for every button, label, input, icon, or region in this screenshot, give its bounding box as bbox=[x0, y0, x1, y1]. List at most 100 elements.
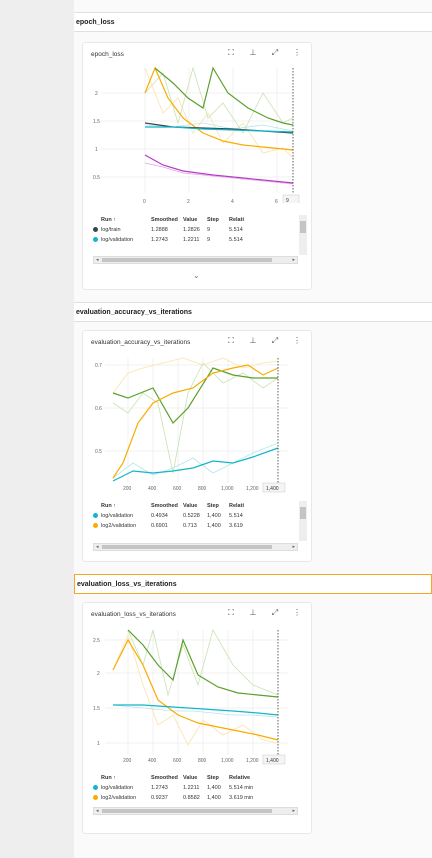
left-sidebar bbox=[0, 0, 74, 858]
table-row: log/validation 1.2743 1.2211 1,400 5.514… bbox=[93, 783, 303, 793]
x-tick-label: 1,200 bbox=[246, 486, 259, 492]
tooltip-table: Run ↑ Smoothed Value Step Relati log/val… bbox=[93, 501, 303, 531]
table-vertical-scrollbar[interactable] bbox=[299, 501, 307, 541]
run-name: log2/validation bbox=[101, 795, 137, 801]
run-name: log/validation bbox=[101, 237, 134, 243]
section-header[interactable]: epoch_loss bbox=[74, 12, 432, 32]
fullscreen-icon[interactable]: ⤢ bbox=[269, 608, 281, 618]
line-chart[interactable]: 2 1.5 1 0.5 0 2 4 6 9 bbox=[83, 63, 311, 203]
pin-icon[interactable]: ⊥ bbox=[247, 608, 259, 618]
card-toolbar: ⛶ ⊥ ⤢ ⋮ bbox=[225, 608, 303, 618]
x-tick-label: 400 bbox=[148, 486, 157, 492]
table-row: log2/validation 0.6901 0.713 1,400 3.619 bbox=[93, 521, 303, 531]
step-value: 1,400 bbox=[207, 523, 221, 529]
x-tick-label: 800 bbox=[198, 758, 207, 764]
chart-card-evaluation-accuracy: evaluation_accuracy_vs_iterations ⛶ ⊥ ⤢ … bbox=[82, 330, 312, 562]
column-header-value[interactable]: Value bbox=[183, 503, 207, 509]
table-row: log/validation 1.2743 1.2211 9 5.514 bbox=[93, 235, 303, 245]
x-tick-label: 600 bbox=[173, 758, 182, 764]
y-tick-label: 0.5 bbox=[95, 449, 102, 455]
run-color-swatch bbox=[93, 522, 98, 528]
fit-domain-icon[interactable]: ⛶ bbox=[225, 48, 237, 58]
pin-icon[interactable]: ⊥ bbox=[247, 336, 259, 346]
table-row: log2/validation 0.9237 0.8582 1,400 3.61… bbox=[93, 793, 303, 803]
fullscreen-icon[interactable]: ⤢ bbox=[269, 336, 281, 346]
step-value: 1,400 bbox=[207, 785, 221, 791]
step-value: 1,400 bbox=[207, 513, 221, 519]
relative-value: 5.514 bbox=[229, 513, 243, 519]
x-tick-label: 1,200 bbox=[246, 758, 259, 764]
more-vert-icon[interactable]: ⋮ bbox=[291, 48, 303, 58]
x-tick-label: 800 bbox=[198, 486, 207, 492]
relative-value: 5.514 bbox=[229, 227, 243, 233]
pin-icon[interactable]: ⊥ bbox=[247, 48, 259, 58]
table-horizontal-scrollbar[interactable]: ◂ ▸ bbox=[93, 807, 298, 815]
table-vertical-scrollbar[interactable] bbox=[299, 215, 307, 255]
run-color-swatch bbox=[93, 236, 98, 242]
section-header[interactable]: evaluation_accuracy_vs_iterations bbox=[74, 302, 432, 322]
section-header[interactable]: evaluation_loss_vs_iterations bbox=[74, 574, 432, 594]
column-header-run[interactable]: Run ↑ bbox=[101, 217, 151, 223]
fit-domain-icon[interactable]: ⛶ bbox=[225, 608, 237, 618]
smoothed-value: 1.2743 bbox=[151, 237, 168, 243]
card-title: evaluation_loss_vs_iterations bbox=[91, 611, 176, 618]
chevron-down-icon[interactable]: ⌄ bbox=[193, 271, 200, 280]
raw-value: 1.2211 bbox=[183, 237, 200, 243]
column-header-smoothed[interactable]: Smoothed bbox=[151, 217, 183, 223]
raw-value: 0.8582 bbox=[183, 795, 200, 801]
more-vert-icon[interactable]: ⋮ bbox=[291, 336, 303, 346]
y-tick-label: 1.5 bbox=[93, 119, 100, 125]
x-tick-label: 1,000 bbox=[221, 486, 234, 492]
relative-value: 5.514 min bbox=[229, 785, 254, 791]
column-header-smoothed[interactable]: Smoothed bbox=[151, 775, 183, 781]
table-horizontal-scrollbar[interactable]: ◂ ▸ bbox=[93, 543, 298, 551]
run-name: log/train bbox=[101, 227, 121, 233]
raw-value: 1.2211 bbox=[183, 785, 200, 791]
column-header-step[interactable]: Step bbox=[207, 503, 229, 509]
raw-value: 0.5228 bbox=[183, 513, 200, 519]
column-header-relative[interactable]: Relati bbox=[229, 217, 259, 223]
column-header-value[interactable]: Value bbox=[183, 217, 207, 223]
y-tick-label: 1 bbox=[97, 741, 100, 747]
smoothed-value: 1.2888 bbox=[151, 227, 168, 233]
run-name: log/validation bbox=[101, 513, 134, 519]
line-chart[interactable]: 2.5 2 1.5 1 200 400 600 800 1,000 1,200 … bbox=[83, 625, 311, 765]
y-tick-label: 0.7 bbox=[95, 363, 102, 369]
y-tick-label: 2 bbox=[97, 671, 100, 677]
column-header-run[interactable]: Run ↑ bbox=[101, 503, 151, 509]
run-color-swatch bbox=[93, 512, 98, 518]
column-header-value[interactable]: Value bbox=[183, 775, 207, 781]
step-value: 9 bbox=[207, 237, 211, 243]
column-header-step[interactable]: Step bbox=[207, 217, 229, 223]
table-horizontal-scrollbar[interactable]: ◂ ▸ bbox=[93, 256, 298, 264]
x-tick-label: 6 bbox=[275, 199, 278, 203]
column-header-relative[interactable]: Relative bbox=[229, 775, 259, 781]
relative-value: 5.514 bbox=[229, 237, 243, 243]
y-tick-label: 1 bbox=[95, 147, 98, 153]
card-toolbar: ⛶ ⊥ ⤢ ⋮ bbox=[225, 336, 303, 346]
column-header-run[interactable]: Run ↑ bbox=[101, 775, 151, 781]
smoothed-value: 0.9237 bbox=[151, 795, 168, 801]
relative-value: 3.619 min bbox=[229, 795, 254, 801]
raw-value: 1.2826 bbox=[183, 227, 200, 233]
series-line-magenta bbox=[144, 154, 294, 184]
fit-domain-icon[interactable]: ⛶ bbox=[225, 336, 237, 346]
column-header-relative[interactable]: Relati bbox=[229, 503, 259, 509]
column-header-step[interactable]: Step bbox=[207, 775, 229, 781]
run-color-swatch bbox=[93, 794, 98, 800]
relative-value: 3.619 bbox=[229, 523, 243, 529]
step-value: 1,400 bbox=[207, 795, 221, 801]
step-value: 9 bbox=[207, 227, 211, 233]
section-evaluation-accuracy: evaluation_accuracy_vs_iterations bbox=[74, 302, 432, 322]
line-chart[interactable]: 0.7 0.6 0.5 200 400 600 800 1,000 1,200 … bbox=[83, 353, 311, 493]
more-vert-icon[interactable]: ⋮ bbox=[291, 608, 303, 618]
fullscreen-icon[interactable]: ⤢ bbox=[269, 48, 281, 58]
table-row: log/train 1.2888 1.2826 9 5.514 bbox=[93, 225, 303, 235]
table-header: Run ↑ Smoothed Value Step Relati bbox=[93, 501, 303, 511]
tooltip-table: Run ↑ Smoothed Value Step Relative log/v… bbox=[93, 773, 303, 803]
x-tick-label: 2 bbox=[187, 199, 190, 203]
smoothed-value: 1.2743 bbox=[151, 785, 168, 791]
table-header: Run ↑ Smoothed Value Step Relati bbox=[93, 215, 303, 225]
run-name: log2/validation bbox=[101, 523, 137, 529]
column-header-smoothed[interactable]: Smoothed bbox=[151, 503, 183, 509]
